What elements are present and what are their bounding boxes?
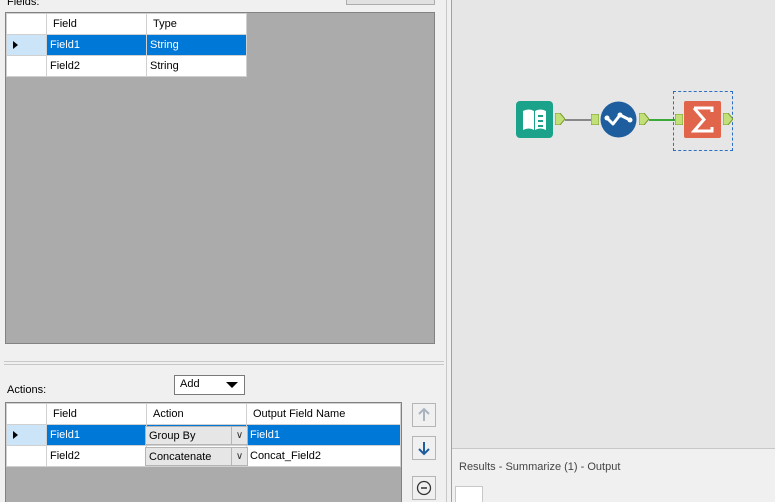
action-field-cell[interactable]: Field2 xyxy=(46,445,147,467)
action-select-value: Group By xyxy=(149,429,196,442)
select-tool[interactable] xyxy=(600,101,637,138)
row-selector[interactable] xyxy=(6,34,47,56)
output-anchor[interactable] xyxy=(638,112,650,126)
remove-button[interactable] xyxy=(412,476,436,500)
sigma-icon xyxy=(684,101,721,138)
fields-label: Fields: xyxy=(7,0,40,8)
fields-grid[interactable]: Field Type Field1 String Field2 String xyxy=(5,12,435,344)
results-title: Results - Summarize (1) - Output xyxy=(459,461,621,473)
output-field-cell[interactable]: Concat_Field2 xyxy=(246,445,401,467)
type-cell[interactable]: String xyxy=(146,34,247,56)
action-field-cell[interactable]: Field1 xyxy=(46,424,147,446)
move-up-icon xyxy=(418,407,430,421)
remove-icon xyxy=(416,480,432,496)
input-anchor[interactable] xyxy=(590,113,600,126)
column-header-action[interactable]: Action xyxy=(146,403,247,425)
panel-splitter[interactable] xyxy=(4,361,444,365)
book-icon xyxy=(516,101,553,138)
summarize-tool[interactable] xyxy=(684,101,721,138)
row-selector[interactable] xyxy=(6,424,47,446)
actions-row[interactable]: Field2 Concatenate ∨ Concat_Field2 xyxy=(6,445,401,467)
action-select-value: Concatenate xyxy=(149,450,212,463)
field-cell[interactable]: Field1 xyxy=(46,34,147,56)
checkmark-path-icon xyxy=(600,101,637,138)
column-header-type[interactable]: Type xyxy=(146,13,247,35)
type-cell[interactable]: String xyxy=(146,55,247,77)
action-select[interactable]: Concatenate ∨ xyxy=(145,446,248,466)
add-dropdown-label: Add xyxy=(180,378,200,390)
fields-header-row: Field Type xyxy=(6,13,247,35)
workflow-canvas[interactable] xyxy=(452,0,775,448)
column-header-field[interactable]: Field xyxy=(46,403,147,425)
actions-row[interactable]: Field1 Group By ∨ Field1 xyxy=(6,424,401,446)
field-cell[interactable]: Field2 xyxy=(46,55,147,77)
move-up-button[interactable] xyxy=(412,403,436,427)
add-dropdown[interactable]: Add xyxy=(174,375,245,395)
row-selector[interactable] xyxy=(6,445,47,467)
row-selector[interactable] xyxy=(6,55,47,77)
actions-header-row: Field Action Output Field Name xyxy=(6,403,401,425)
move-down-icon xyxy=(418,442,430,456)
fields-row[interactable]: Field1 String xyxy=(6,34,247,56)
actions-label: Actions: xyxy=(7,384,47,396)
row-header-corner xyxy=(6,13,47,35)
connection-line[interactable] xyxy=(565,119,592,121)
current-row-arrow-icon xyxy=(13,41,18,50)
output-anchor[interactable] xyxy=(554,112,566,126)
chevron-down-icon xyxy=(226,382,238,388)
connection-line[interactable] xyxy=(649,119,676,121)
action-select-cell[interactable]: Concatenate ∨ xyxy=(145,445,248,467)
current-row-arrow-icon xyxy=(13,431,18,440)
actions-grid[interactable]: Field Action Output Field Name Field1 Gr… xyxy=(5,402,402,502)
column-header-output-field-name[interactable]: Output Field Name xyxy=(246,403,401,425)
action-select-cell[interactable]: Group By ∨ xyxy=(145,424,248,446)
row-header-corner xyxy=(6,403,47,425)
results-panel: Results - Summarize (1) - Output xyxy=(452,448,775,502)
fields-row[interactable]: Field2 String xyxy=(6,55,247,77)
results-toolbar-button[interactable] xyxy=(455,486,483,502)
configuration-panel: Fields: Field Type Field1 String Field2 … xyxy=(0,0,446,502)
chevron-down-icon[interactable]: ∨ xyxy=(231,426,247,444)
output-field-cell[interactable]: Field1 xyxy=(246,424,401,446)
move-down-button[interactable] xyxy=(412,436,436,460)
column-header-field[interactable]: Field xyxy=(46,13,147,35)
chevron-down-icon[interactable]: ∨ xyxy=(231,447,247,465)
actions-table: Field Action Output Field Name Field1 Gr… xyxy=(6,403,401,467)
fields-table: Field Type Field1 String Field2 String xyxy=(6,13,247,77)
input-data-tool[interactable] xyxy=(516,101,553,138)
action-select[interactable]: Group By ∨ xyxy=(145,425,248,445)
top-partial-button[interactable] xyxy=(346,0,435,5)
output-anchor[interactable] xyxy=(722,112,734,126)
